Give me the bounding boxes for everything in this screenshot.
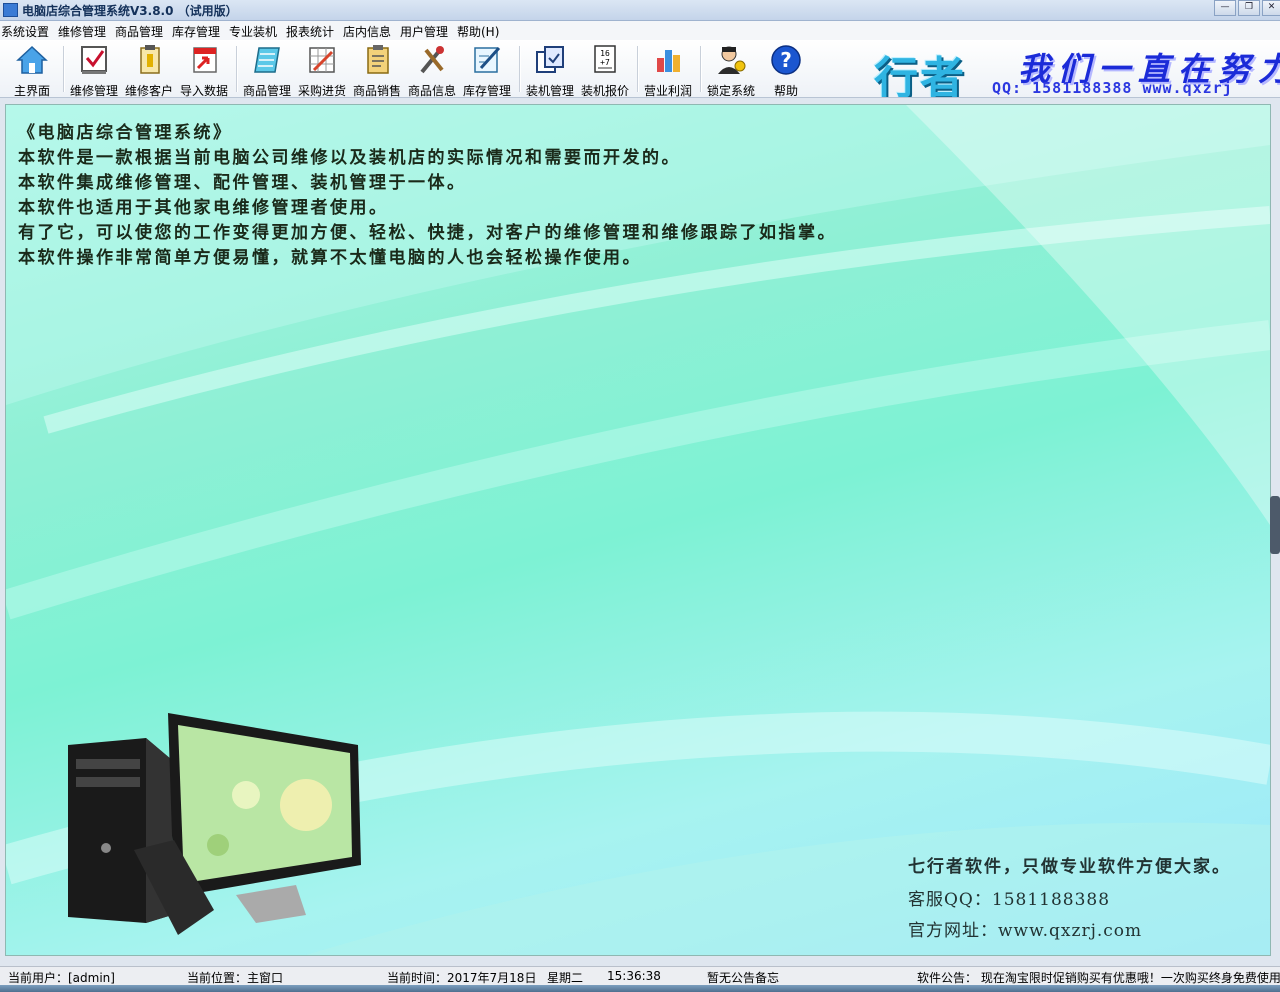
brand-contact: QQ: 1581188388 www.qxzrj	[992, 79, 1233, 97]
toolbar-customer-button[interactable]: 维修客户	[122, 42, 176, 97]
toolbar-goods-button[interactable]: 商品管理	[240, 42, 294, 97]
intro-line: 本软件是一款根据当前电脑公司维修以及装机店的实际情况和需要而开发的。	[18, 148, 681, 168]
toolbar-sales-button[interactable]: 商品销售	[350, 42, 404, 97]
toolbar-lock-button[interactable]: 锁定系统	[704, 42, 758, 97]
menu-users[interactable]: 用户管理	[400, 23, 448, 40]
window-title: 电脑店综合管理系统V3.8.0 （试用版）	[22, 4, 238, 18]
help-icon: ?	[771, 45, 801, 75]
menu-reports[interactable]: 报表统计	[286, 23, 334, 40]
menu-bar: 系统设置 维修管理 商品管理 库存管理 专业装机 报表统计 店内信息 用户管理 …	[0, 21, 1280, 41]
footer-slogan: 七行者软件，只做专业软件方便大家。	[908, 857, 1231, 877]
inventory-pencil-icon	[474, 46, 501, 73]
restore-button[interactable]: ❐	[1238, 0, 1260, 16]
toolbar-import-button[interactable]: 导入数据	[177, 42, 231, 97]
intro-line: 《电脑店综合管理系统》	[18, 123, 233, 143]
brand-logo-text: 行者	[874, 53, 966, 98]
intro-line: 本软件操作非常简单方便易懂，就算不太懂电脑的人也会轻松操作使用。	[18, 248, 642, 268]
menu-help[interactable]: 帮助(H)	[457, 23, 499, 40]
tools-icon	[420, 46, 444, 74]
footer-qq: 客服QQ：1581188388	[908, 890, 1111, 910]
toolbar-goods-info-button[interactable]: 商品信息	[405, 42, 459, 97]
sales-clipboard-icon	[367, 45, 389, 74]
lock-user-icon	[718, 46, 746, 74]
intro-line: 本软件集成维修管理、配件管理、装机管理于一体。	[18, 173, 467, 193]
status-clock: 15:36:38	[607, 969, 661, 983]
toolbar-profit-button[interactable]: 营业利润	[641, 42, 695, 97]
assembly-docs-icon	[536, 46, 564, 73]
menu-inventory[interactable]: 库存管理	[172, 23, 220, 40]
side-scroll-handle[interactable]	[1270, 496, 1280, 554]
footer-site-link[interactable]: 官方网址：www.qxzrj.com	[908, 916, 1231, 941]
os-taskbar	[0, 985, 1280, 992]
toolbar-help-button[interactable]: ? 帮助	[759, 42, 813, 97]
menu-system-settings[interactable]: 系统设置	[1, 23, 49, 40]
main-panel: 《电脑店综合管理系统》 本软件是一款根据当前电脑公司维修以及装机店的实际情况和需…	[5, 104, 1271, 956]
close-button[interactable]: ✕	[1262, 0, 1280, 16]
title-bar: 电脑店综合管理系统V3.8.0 （试用版） — ❐ ✕	[0, 0, 1280, 21]
svg-text:16: 16	[600, 49, 610, 58]
toolbar-quote-button[interactable]: 16 +7 装机报价	[578, 42, 632, 97]
menu-goods[interactable]: 商品管理	[115, 23, 163, 40]
customer-card-icon	[140, 45, 160, 74]
intro-text: 《电脑店综合管理系统》 本软件是一款根据当前电脑公司维修以及装机店的实际情况和需…	[18, 121, 837, 271]
quote-calculator-icon: 16 +7	[594, 45, 616, 73]
toolbar-separator	[63, 46, 65, 92]
toolbar-purchase-button[interactable]: 采购进货	[295, 42, 349, 97]
status-user: 当前用户：[admin]	[8, 971, 115, 985]
svg-text:?: ?	[780, 48, 792, 72]
status-location: 当前位置：主窗口	[187, 971, 284, 985]
toolbar-assembly-button[interactable]: 装机管理	[523, 42, 577, 97]
checkbox-board-icon	[81, 46, 107, 74]
notebook-icon	[254, 47, 280, 73]
intro-line: 有了它，可以使您的工作变得更加方便、轻松、快捷，对客户的维修管理和维修跟踪了如指…	[18, 223, 837, 243]
bar-chart-icon	[657, 50, 680, 72]
toolbar-separator	[519, 46, 521, 92]
import-arrow-icon	[193, 47, 217, 73]
status-bar: 当前用户：[admin] 当前位置：主窗口 当前时间：2017年7月18日 星期…	[0, 966, 1280, 985]
toolbar: 主界面 维修管理 维修客户 导入数据 商品管理 采购进货 商品销售 商品信息 库…	[0, 40, 1280, 98]
status-date: 当前时间：2017年7月18日	[387, 971, 537, 985]
svg-text:+7: +7	[600, 58, 610, 67]
menu-repair[interactable]: 维修管理	[58, 23, 106, 40]
house-icon	[16, 45, 48, 74]
toolbar-separator	[700, 46, 702, 92]
app-icon	[3, 3, 18, 17]
intro-line: 本软件也适用于其他家电维修管理者使用。	[18, 198, 389, 218]
status-weekday: 星期二	[547, 971, 584, 985]
status-notice: 软件公告： 现在淘宝限时促销购买有优惠哦！一次购买终身免费使用	[917, 971, 1280, 985]
minimize-button[interactable]: —	[1214, 0, 1236, 16]
menu-assembly[interactable]: 专业装机	[229, 23, 277, 40]
toolbar-home-button[interactable]: 主界面	[5, 42, 59, 97]
menu-store-info[interactable]: 店内信息	[343, 23, 391, 40]
toolbar-separator	[236, 46, 238, 92]
status-memo: 暂无公告备忘	[707, 971, 780, 985]
toolbar-repair-button[interactable]: 维修管理	[67, 42, 121, 97]
toolbar-separator	[637, 46, 639, 92]
footer-contact: 七行者软件，只做专业软件方便大家。 客服QQ：1581188388 官方网址：w…	[908, 852, 1231, 941]
toolbar-inventory-button[interactable]: 库存管理	[460, 42, 514, 97]
computer-illustration	[68, 713, 361, 935]
purchase-grid-icon	[309, 47, 335, 73]
